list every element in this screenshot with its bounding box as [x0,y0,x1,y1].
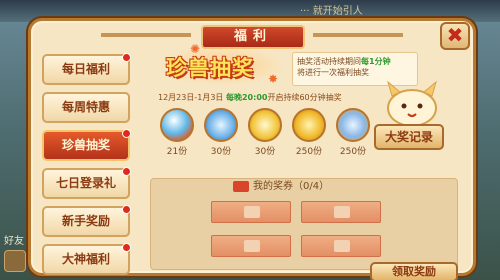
lottery-content: ✺ ✸ 珍兽抽奖 抽奖活动持续期间每1分钟 将进行一次福利抽奖 12月23日-1… [150,42,460,270]
tickets-header-label: 我的奖券（0/4） [253,181,330,192]
menu-item-label: 每日福利 [61,62,110,76]
notice-prefix: 抽奖活动持续期间 [297,57,361,66]
menu-item-label: 七日登录礼 [55,176,116,190]
gold-pouch-icon [292,108,326,142]
blue-scroll-icon [204,108,238,142]
background-badge-icon [4,250,26,272]
event-title: 珍兽抽奖 [166,56,254,80]
menu-item-label: 每周特惠 [61,100,110,114]
schedule-time: 每晚20:00 [225,93,268,102]
menu-item-newbie-reward[interactable]: 新手奖励 [42,205,131,237]
schedule-dates: 12月23日-1月3日 [158,93,224,102]
menu-item-label: 大神福利 [61,252,110,266]
reward-item[interactable]: 250份 [336,108,370,157]
notification-dot-icon [122,205,131,214]
menu-item-weekly-deal[interactable]: 每周特惠 [42,92,130,123]
big-prize-record-button[interactable]: 大奖记录 [374,124,444,150]
my-tickets-area: 我的奖券（0/4） [150,178,458,270]
reward-count: 21份 [166,147,188,157]
notification-dot-icon [122,129,131,138]
background-friend-label: 好友 [4,236,24,247]
title-ornament-left [101,33,191,37]
claim-reward-button[interactable]: 领取奖励 [370,262,458,280]
reward-count: 30份 [210,147,232,157]
reward-item[interactable]: 30份 [204,108,238,157]
ticket-icon [233,180,249,192]
reward-count: 250份 [295,147,323,157]
jade-orb-icon [160,108,194,142]
mascot-beast-icon [387,80,437,127]
ticket-slot[interactable] [211,235,291,257]
schedule-duration: 开启持续60分钟抽奖 [267,93,342,102]
title-ornament-right [313,33,403,37]
menu-item-label: 新手奖励 [61,214,110,228]
reward-item[interactable]: 21份 [160,108,194,157]
notification-dot-icon [122,53,131,62]
ticket-slot[interactable] [211,201,291,223]
notification-dot-icon [122,243,131,252]
reward-item[interactable]: 250份 [292,108,326,157]
card-pouch-icon [336,108,370,142]
ticket-slot[interactable] [301,235,381,257]
menu-item-beast-lottery[interactable]: 珍兽抽奖 [42,129,131,161]
menu-item-seven-day-login[interactable]: 七日登录礼 [42,167,131,199]
reward-count: 30份 [254,147,276,157]
menu-item-master-welfare[interactable]: 大神福利 [42,243,131,275]
gold-scroll-icon [248,108,282,142]
menu-item-daily-welfare[interactable]: 每日福利 [42,53,131,85]
reward-item[interactable]: 30份 [248,108,282,157]
ticket-slot[interactable] [301,201,381,223]
background-npc-text: ··· 就开始引人 [300,6,363,17]
notice-highlight: 每1分钟 [361,57,391,66]
menu-item-label: 珍兽抽奖 [61,138,110,152]
firework-icon: ✸ [268,72,279,86]
notice-suffix: 将进行一次福利抽奖 [297,68,369,77]
notification-dot-icon [122,167,131,176]
tickets-header: 我的奖券（0/4） [233,179,329,195]
event-schedule: 12月23日-1月3日 每晚20:00开启持续60分钟抽奖 [158,92,342,103]
reward-count: 250份 [339,147,367,157]
